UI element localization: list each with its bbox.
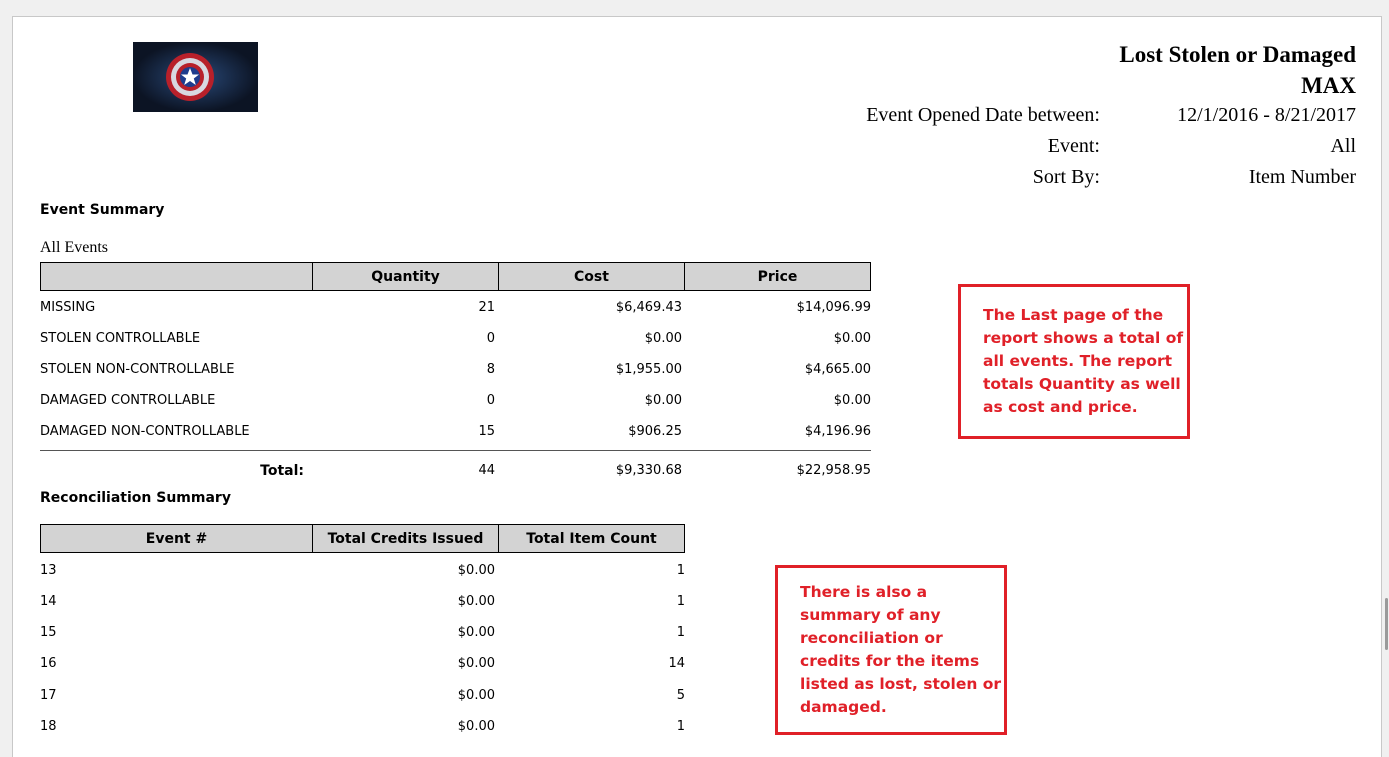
callout-line: reconciliation or	[800, 629, 943, 647]
callout-line: damaged.	[800, 698, 887, 716]
row-name: STOLEN CONTROLLABLE	[40, 331, 201, 346]
callout-line: report shows a total of	[983, 329, 1184, 347]
row-quantity: 0	[486, 393, 495, 408]
row-item-count: 1	[676, 625, 685, 640]
event-summary-heading: Event Summary	[40, 202, 165, 218]
param-label-date: Event Opened Date between:	[866, 104, 1100, 126]
callout-line: credits for the items	[800, 652, 980, 670]
total-quantity: 44	[478, 463, 495, 478]
row-item-count: 5	[676, 688, 685, 703]
row-event-number: 16	[40, 656, 57, 671]
row-event-number: 15	[40, 625, 57, 640]
reconciliation-callout: There is also a summary of any reconcili…	[775, 565, 1007, 735]
column-header-item-count: Total Item Count	[498, 524, 685, 553]
row-credits: $0.00	[457, 594, 495, 609]
scrollbar-thumb[interactable]	[1385, 598, 1388, 650]
column-header-event-number: Event #	[40, 524, 313, 553]
row-event-number: 13	[40, 563, 57, 578]
row-cost: $0.00	[644, 393, 682, 408]
reconciliation-summary-heading: Reconciliation Summary	[40, 490, 231, 506]
row-credits: $0.00	[457, 563, 495, 578]
callout-line: totals Quantity as well	[983, 375, 1181, 393]
row-credits: $0.00	[457, 719, 495, 734]
callout-line: listed as lost, stolen or	[800, 675, 1002, 693]
row-credits: $0.00	[457, 625, 495, 640]
row-item-count: 1	[676, 563, 685, 578]
total-price: $22,958.95	[796, 463, 871, 478]
callout-line: There is also a	[800, 583, 928, 601]
event-group-label: All Events	[40, 239, 108, 256]
report-subtitle: MAX	[1301, 73, 1356, 98]
row-quantity: 21	[478, 300, 495, 315]
row-item-count: 1	[676, 719, 685, 734]
param-value-sort: Item Number	[1248, 166, 1356, 188]
column-header-credits: Total Credits Issued	[312, 524, 499, 553]
row-credits: $0.00	[457, 656, 495, 671]
row-event-number: 18	[40, 719, 57, 734]
row-item-count: 14	[668, 656, 685, 671]
row-name: MISSING	[40, 300, 96, 315]
row-name: STOLEN NON-CONTROLLABLE	[40, 362, 235, 377]
row-event-number: 14	[40, 594, 57, 609]
row-name: DAMAGED NON-CONTROLLABLE	[40, 424, 250, 439]
column-header-quantity: Quantity	[312, 262, 499, 291]
row-quantity: 0	[486, 331, 495, 346]
row-quantity: 15	[478, 424, 495, 439]
row-price: $0.00	[833, 393, 871, 408]
param-value-date: 12/1/2016 - 8/21/2017	[1177, 104, 1356, 126]
row-price: $14,096.99	[796, 300, 871, 315]
shield-logo-icon	[133, 42, 258, 112]
row-price: $0.00	[833, 331, 871, 346]
callout-line: summary of any	[800, 606, 941, 624]
callout-line: all events. The report	[983, 352, 1173, 370]
row-cost: $6,469.43	[615, 300, 682, 315]
row-event-number: 17	[40, 688, 57, 703]
total-divider	[40, 450, 871, 451]
param-label-event: Event:	[1047, 135, 1100, 157]
callout-line: The Last page of the	[983, 306, 1164, 324]
report-title: Lost Stolen or Damaged	[1119, 42, 1356, 67]
column-header-name	[40, 262, 313, 291]
row-quantity: 8	[486, 362, 495, 377]
total-cost: $9,330.68	[615, 463, 682, 478]
callout-line: as cost and price.	[983, 398, 1138, 416]
column-header-price: Price	[684, 262, 871, 291]
row-cost: $1,955.00	[615, 362, 682, 377]
totals-callout: The Last page of the report shows a tota…	[958, 284, 1190, 439]
row-item-count: 1	[676, 594, 685, 609]
param-label-sort: Sort By:	[1032, 166, 1100, 188]
row-credits: $0.00	[457, 688, 495, 703]
row-price: $4,665.00	[804, 362, 871, 377]
total-label: Total:	[260, 463, 304, 479]
row-price: $4,196.96	[804, 424, 871, 439]
row-cost: $906.25	[628, 424, 682, 439]
row-cost: $0.00	[644, 331, 682, 346]
row-name: DAMAGED CONTROLLABLE	[40, 393, 216, 408]
param-value-event: All	[1330, 135, 1356, 157]
column-header-cost: Cost	[498, 262, 685, 291]
